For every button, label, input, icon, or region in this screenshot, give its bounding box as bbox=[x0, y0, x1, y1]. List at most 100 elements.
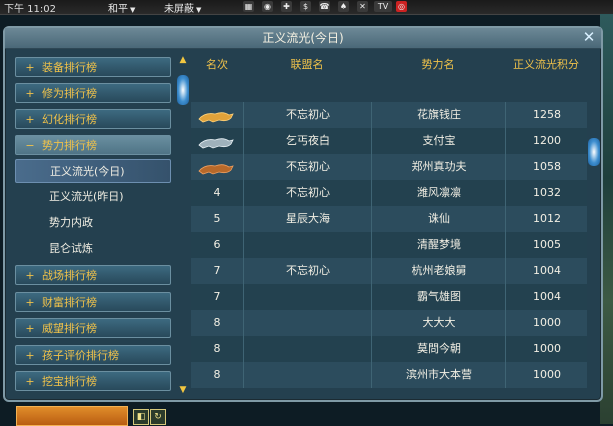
table-row[interactable]: 8 莫問今朝 1000 bbox=[191, 336, 587, 362]
cell-alliance bbox=[243, 336, 372, 362]
nav-item-wealth[interactable]: + 财富排行榜 bbox=[15, 292, 171, 312]
dollar-icon[interactable]: $ bbox=[300, 1, 311, 12]
chat-refresh-icon[interactable]: ↻ bbox=[150, 409, 166, 425]
nav-item-child-rating[interactable]: + 孩子评价排行榜 bbox=[15, 345, 171, 365]
target-icon[interactable]: ◎ bbox=[396, 1, 407, 12]
nav-item-transform[interactable]: + 幻化排行榜 bbox=[15, 109, 171, 129]
scroll-up-icon[interactable]: ▲ bbox=[177, 55, 189, 65]
chevron-down-icon: ▼ bbox=[196, 6, 202, 14]
nav-item-label: 修为排行榜 bbox=[42, 87, 97, 100]
table-row[interactable]: 6 清醒梦境 1005 bbox=[191, 232, 587, 258]
cell-score: 1200 bbox=[505, 128, 588, 154]
channel-label: 和平 bbox=[108, 4, 128, 15]
table-row[interactable]: 乞丐夜白 支付宝 1200 bbox=[191, 128, 587, 154]
col-header-rank: 名次 bbox=[206, 58, 228, 71]
nav-item-faction[interactable]: − 势力排行榜 bbox=[15, 135, 171, 155]
cell-score: 1258 bbox=[505, 102, 588, 128]
table-row[interactable]: 8 滨州市大本营 1000 bbox=[191, 362, 587, 388]
expand-icon: + bbox=[25, 322, 35, 335]
nav-item-equipment[interactable]: + 装备排行榜 bbox=[15, 57, 171, 77]
cell-alliance: 不忘初心 bbox=[243, 180, 372, 206]
chat-icon[interactable]: ☎ bbox=[319, 1, 330, 12]
sub-item-kunlun-trial[interactable]: 昆仑试炼 bbox=[15, 237, 171, 261]
cell-rank: 8 bbox=[213, 316, 221, 329]
camera-icon[interactable]: ◉ bbox=[262, 1, 273, 12]
close-icon[interactable]: ✕ bbox=[581, 29, 597, 45]
expand-icon: + bbox=[25, 87, 35, 100]
expand-icon: + bbox=[25, 269, 35, 282]
cell-faction: 大大大 bbox=[371, 310, 506, 336]
chat-input-bar[interactable] bbox=[16, 406, 128, 426]
nav-item-label: 挖宝排行榜 bbox=[42, 375, 97, 388]
cell-alliance: 不忘初心 bbox=[243, 102, 372, 128]
ranking-table: 名次 联盟名 势力名 正义流光积分 不忘初心 花旗钱庄 1258 乞丐夜白 支付宝 120… bbox=[191, 54, 587, 394]
sub-item-justice-today[interactable]: 正义流光(今日) bbox=[15, 159, 171, 183]
cell-score: 1058 bbox=[505, 154, 588, 180]
table-scroll-thumb[interactable] bbox=[588, 138, 600, 166]
nav-item-prestige[interactable]: + 威望排行榜 bbox=[15, 318, 171, 338]
cell-rank: 5 bbox=[213, 212, 221, 225]
cell-rank: 8 bbox=[213, 342, 221, 355]
collapse-icon: − bbox=[25, 139, 35, 152]
cell-rank: 8 bbox=[213, 368, 221, 381]
nav-item-label: 威望排行榜 bbox=[42, 322, 97, 335]
chevron-down-icon: ▼ bbox=[130, 6, 136, 14]
cell-alliance bbox=[243, 310, 372, 336]
cell-rank: 6 bbox=[213, 238, 221, 251]
table-row[interactable]: 8 大大大 1000 bbox=[191, 310, 587, 336]
clock-text: 下午 11:02 bbox=[4, 4, 56, 15]
cell-alliance bbox=[243, 284, 372, 310]
cell-alliance bbox=[243, 232, 372, 258]
nav-item-label: 财富排行榜 bbox=[42, 296, 97, 309]
sub-item-internal-affairs[interactable]: 势力内政 bbox=[15, 211, 171, 235]
nav-scrollbar[interactable]: ▲ ▼ bbox=[177, 55, 189, 395]
nav-scroll-thumb[interactable] bbox=[177, 75, 189, 105]
table-row[interactable]: 5 星辰大海 诛仙 1012 bbox=[191, 206, 587, 232]
table-row[interactable]: 不忘初心 花旗钱庄 1258 bbox=[191, 102, 587, 128]
cell-rank: 7 bbox=[213, 290, 221, 303]
cell-alliance: 不忘初心 bbox=[243, 154, 372, 180]
table-row[interactable]: 7 不忘初心 杭州老娘舅 1004 bbox=[191, 258, 587, 284]
cell-score: 1004 bbox=[505, 258, 588, 284]
cell-alliance bbox=[243, 362, 372, 388]
nav-item-battlefield[interactable]: + 战场排行榜 bbox=[15, 265, 171, 285]
tv-icon[interactable]: TV bbox=[374, 1, 392, 12]
chat-mode-icon[interactable]: ◧ bbox=[133, 409, 149, 425]
expand-icon: + bbox=[25, 113, 35, 126]
map-icon[interactable]: ▦ bbox=[243, 1, 254, 12]
table-scrollbar[interactable] bbox=[587, 78, 601, 398]
cell-rank bbox=[191, 154, 243, 180]
cell-faction: 莫問今朝 bbox=[371, 336, 506, 362]
table-row[interactable]: 7 霸气雄图 1004 bbox=[191, 284, 587, 310]
cell-score: 1004 bbox=[505, 284, 588, 310]
nav-item-cultivation[interactable]: + 修为排行榜 bbox=[15, 83, 171, 103]
spade-icon[interactable]: ♠ bbox=[338, 1, 349, 12]
col-header-faction: 势力名 bbox=[421, 58, 455, 71]
cell-faction: 霸气雄图 bbox=[371, 284, 506, 310]
cell-alliance: 不忘初心 bbox=[243, 258, 372, 284]
nav-item-treasure-dig[interactable]: + 挖宝排行榜 bbox=[15, 371, 171, 391]
scroll-down-icon[interactable]: ▼ bbox=[177, 385, 189, 395]
top-hud-bar: 下午 11:02 和平 ▼ 未屏蔽 ▼ ▦ ◉ ✚ $ ☎ ♠ ✕ TV ◎ bbox=[0, 0, 613, 15]
window-title: 正义流光(今日) bbox=[262, 31, 344, 45]
window-titlebar[interactable]: 正义流光(今日) bbox=[5, 28, 601, 49]
cross-swords-icon[interactable]: ✕ bbox=[357, 1, 368, 12]
shield-dropdown[interactable]: 未屏蔽 ▼ bbox=[164, 0, 201, 15]
cell-score: 1000 bbox=[505, 336, 588, 362]
channel-dropdown[interactable]: 和平 ▼ bbox=[108, 0, 135, 15]
table-row[interactable]: 不忘初心 郑州真功夫 1058 bbox=[191, 154, 587, 180]
nav-item-label: 势力排行榜 bbox=[42, 139, 97, 152]
nav-item-label: 孩子评价排行榜 bbox=[42, 349, 119, 362]
bronze-panther-icon bbox=[197, 160, 235, 175]
category-nav: + 装备排行榜 + 修为排行榜 + 幻化排行榜 − 势力排行榜 正义流光(今日) 正义流… bbox=[15, 55, 177, 395]
sub-item-justice-yesterday[interactable]: 正义流光(昨日) bbox=[15, 185, 171, 209]
cell-faction: 诛仙 bbox=[371, 206, 506, 232]
cell-rank bbox=[191, 102, 243, 128]
table-row[interactable]: 4 不忘初心 潍风凛凛 1032 bbox=[191, 180, 587, 206]
cell-faction: 滨州市大本营 bbox=[371, 362, 506, 388]
cell-rank bbox=[191, 128, 243, 154]
nav-item-label: 装备排行榜 bbox=[42, 61, 97, 74]
gift-icon[interactable]: ✚ bbox=[281, 1, 292, 12]
expand-icon: + bbox=[25, 349, 35, 362]
nav-item-label: 战场排行榜 bbox=[42, 269, 97, 282]
